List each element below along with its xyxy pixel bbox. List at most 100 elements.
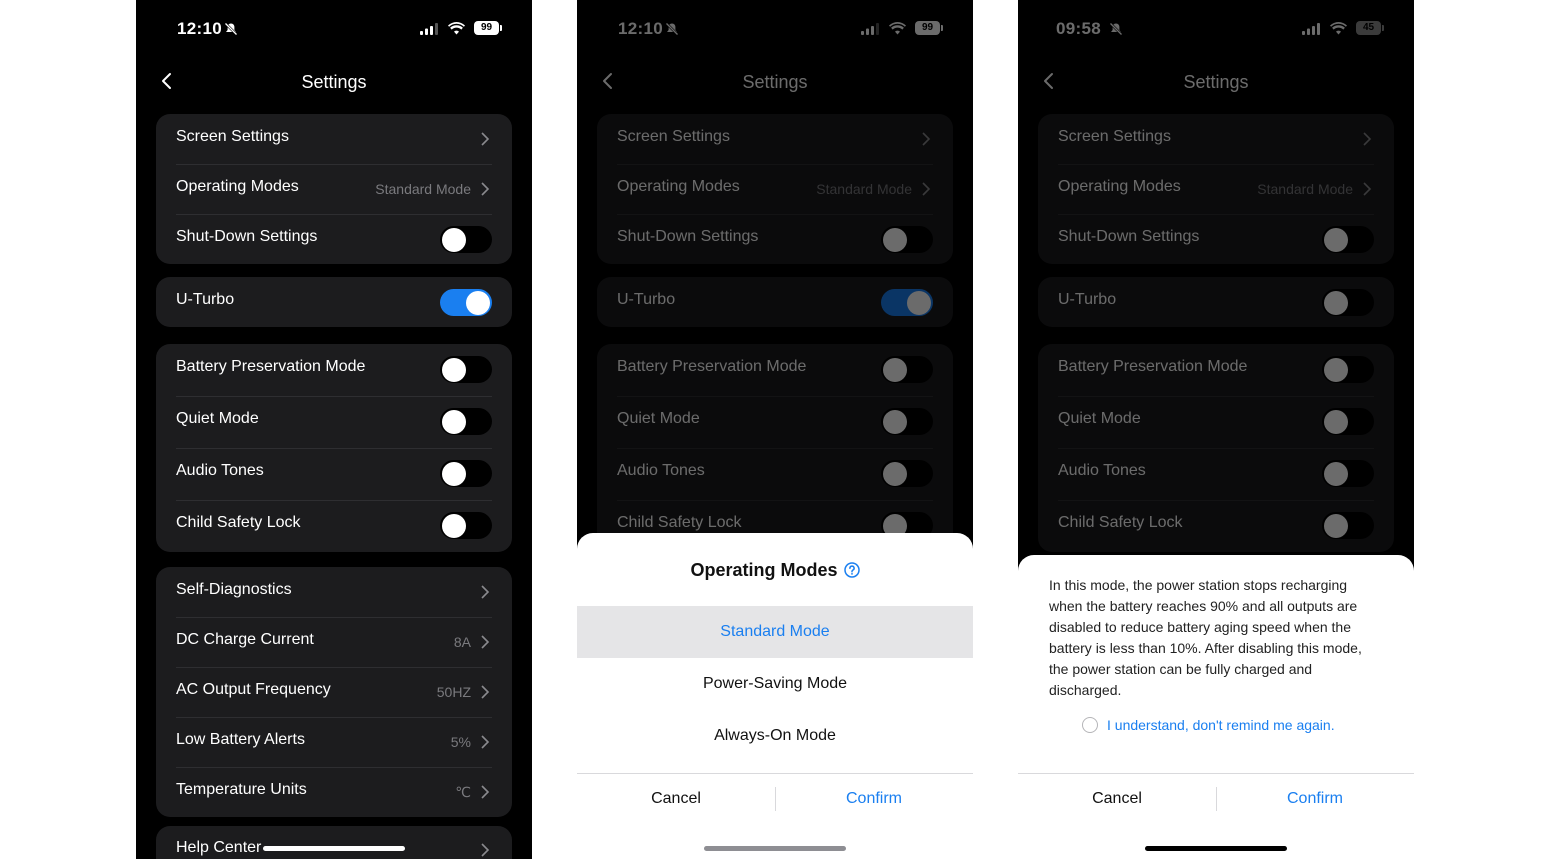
row-label: Battery Preservation Mode	[617, 358, 807, 375]
row-value: 5%	[450, 734, 471, 750]
u-turbo-toggle[interactable]	[1322, 289, 1374, 316]
row-screen-settings[interactable]: Screen Settings	[1038, 114, 1394, 164]
row-label: Audio Tones	[617, 462, 705, 479]
bell-muted-icon	[665, 22, 679, 36]
chevron-right-icon	[922, 132, 931, 146]
row-label: Quiet Mode	[617, 410, 700, 427]
operating-modes-screen: 12:10 99 Settings Screen Settings Operat…	[577, 0, 973, 859]
confirm-button[interactable]: Confirm	[775, 774, 973, 824]
child-safety-lock-toggle[interactable]	[1322, 512, 1374, 539]
row-operating-modes[interactable]: Operating Modes Standard Mode	[1038, 164, 1394, 214]
shutdown-toggle[interactable]	[440, 226, 492, 253]
row-label: Audio Tones	[176, 462, 264, 479]
toggle-knob	[883, 409, 907, 434]
battery-preservation-toggle[interactable]	[881, 356, 933, 383]
cellular-signal-icon	[420, 23, 438, 35]
toggle-knob	[442, 357, 466, 382]
row-label: Operating Modes	[1058, 178, 1181, 195]
settings-group-modes: Battery Preservation Mode Quiet Mode Aud…	[1038, 344, 1394, 552]
row-label: Screen Settings	[617, 128, 730, 145]
audio-tones-toggle[interactable]	[440, 460, 492, 487]
battery-preservation-toggle[interactable]	[440, 356, 492, 383]
status-bar: 09:58 45	[1018, 16, 1414, 44]
row-label: Quiet Mode	[1058, 410, 1141, 427]
row-battery-preservation: Battery Preservation Mode	[597, 344, 953, 396]
row-screen-settings[interactable]: Screen Settings	[156, 114, 512, 164]
option-power-saving-mode[interactable]: Power-Saving Mode	[577, 658, 973, 710]
status-bar: 12:10 99	[136, 16, 532, 44]
settings-group-modes: Battery Preservation Mode Quiet Mode Aud…	[597, 344, 953, 552]
row-ac-output-frequency[interactable]: AC Output Frequency 50HZ	[156, 667, 512, 717]
toggle-knob	[883, 357, 907, 382]
cancel-button[interactable]: Cancel	[1018, 774, 1216, 824]
toggle-knob	[1324, 290, 1348, 315]
row-audio-tones: Audio Tones	[1038, 448, 1394, 500]
battery-preservation-toggle[interactable]	[1322, 356, 1374, 383]
wifi-icon	[1330, 22, 1347, 35]
checkbox-circle-icon[interactable]	[1082, 717, 1098, 733]
home-indicator	[1145, 846, 1287, 851]
status-time: 09:58	[1056, 19, 1101, 38]
audio-tones-toggle[interactable]	[881, 460, 933, 487]
row-self-diagnostics[interactable]: Self-Diagnostics	[156, 567, 512, 617]
row-label: Operating Modes	[617, 178, 740, 195]
row-low-battery-alerts[interactable]: Low Battery Alerts 5%	[156, 717, 512, 767]
option-always-on-mode[interactable]: Always-On Mode	[577, 710, 973, 762]
wifi-icon	[448, 22, 465, 35]
row-label: Battery Preservation Mode	[176, 358, 366, 375]
help-circle-icon[interactable]	[843, 562, 860, 578]
row-value: Standard Mode	[816, 181, 912, 197]
chevron-right-icon	[481, 843, 490, 857]
row-quiet-mode: Quiet Mode	[597, 396, 953, 448]
row-label: Screen Settings	[176, 128, 289, 145]
row-label: Low Battery Alerts	[176, 731, 305, 748]
child-safety-lock-toggle[interactable]	[440, 512, 492, 539]
row-value: 50HZ	[436, 684, 471, 700]
audio-tones-toggle[interactable]	[1322, 460, 1374, 487]
status-time: 12:10	[618, 19, 663, 38]
row-dc-charge-current[interactable]: DC Charge Current 8A	[156, 617, 512, 667]
cellular-signal-icon	[861, 23, 879, 35]
row-value: ℃	[455, 784, 471, 800]
row-label: AC Output Frequency	[176, 681, 331, 698]
nav-header: Settings	[1018, 60, 1414, 104]
u-turbo-toggle[interactable]	[440, 289, 492, 316]
quiet-mode-toggle[interactable]	[881, 408, 933, 435]
shutdown-toggle[interactable]	[1322, 226, 1374, 253]
row-label: DC Charge Current	[176, 631, 314, 648]
row-shutdown-settings: Shut-Down Settings	[1038, 214, 1394, 264]
shutdown-toggle[interactable]	[881, 226, 933, 253]
row-label: Shut-Down Settings	[176, 228, 318, 245]
settings-screen: 12:10 99 Settings Screen Settings Operat…	[136, 0, 532, 859]
row-help-center[interactable]: Help Center	[156, 826, 512, 859]
row-screen-settings[interactable]: Screen Settings	[597, 114, 953, 164]
row-operating-modes[interactable]: Operating Modes Standard Mode	[156, 164, 512, 214]
cancel-button[interactable]: Cancel	[577, 774, 775, 824]
row-u-turbo: U-Turbo	[597, 277, 953, 327]
confirm-button[interactable]: Confirm	[1216, 774, 1414, 824]
battery-preservation-dialog-screen: 09:58 45 Settings Screen Settings Operat…	[1018, 0, 1414, 859]
battery-preservation-dialog: In this mode, the power station stops re…	[1018, 555, 1414, 859]
settings-group-turbo: U-Turbo	[597, 277, 953, 327]
row-battery-preservation: Battery Preservation Mode	[1038, 344, 1394, 396]
battery-indicator: 99	[915, 21, 943, 35]
row-audio-tones: Audio Tones	[156, 448, 512, 500]
chevron-right-icon	[481, 132, 490, 146]
chevron-right-icon	[481, 585, 490, 599]
option-standard-mode[interactable]: Standard Mode	[577, 606, 973, 658]
row-label: U-Turbo	[176, 291, 235, 308]
cellular-signal-icon	[1302, 23, 1320, 35]
row-label: Quiet Mode	[176, 410, 259, 427]
sheet-footer: Cancel Confirm	[577, 773, 973, 824]
u-turbo-toggle[interactable]	[881, 289, 933, 316]
toggle-knob	[442, 227, 466, 252]
quiet-mode-toggle[interactable]	[440, 408, 492, 435]
row-audio-tones: Audio Tones	[597, 448, 953, 500]
toggle-knob	[1324, 227, 1348, 252]
row-label: Screen Settings	[1058, 128, 1171, 145]
row-temperature-units[interactable]: Temperature Units ℃	[156, 767, 512, 817]
quiet-mode-toggle[interactable]	[1322, 408, 1374, 435]
row-operating-modes[interactable]: Operating Modes Standard Mode	[597, 164, 953, 214]
row-quiet-mode: Quiet Mode	[156, 396, 512, 448]
chevron-right-icon	[481, 685, 490, 699]
